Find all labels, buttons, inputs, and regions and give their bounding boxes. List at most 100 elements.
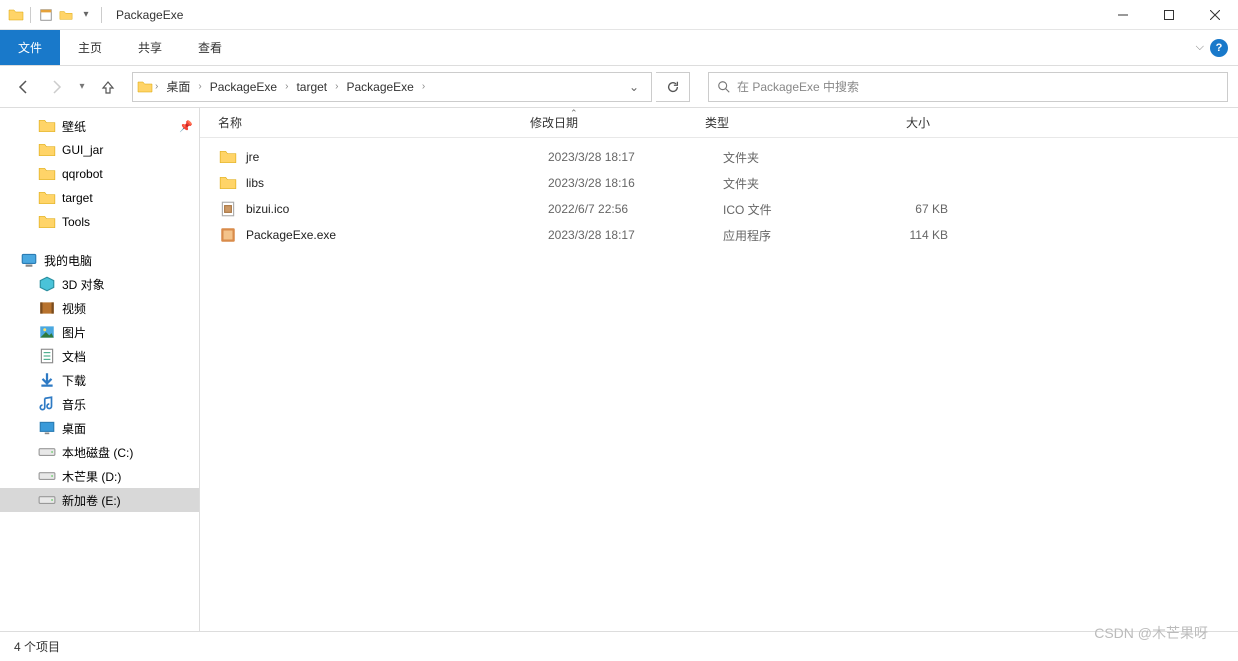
navigation-bar: ▾ › 桌面 › PackageExe › target › PackageEx… — [0, 66, 1238, 108]
3d-icon — [38, 275, 56, 293]
file-row[interactable]: bizui.ico 2022/6/7 22:56 ICO 文件 67 KB — [200, 196, 1238, 222]
file-date: 2022/6/7 22:56 — [548, 202, 723, 216]
back-button[interactable] — [10, 73, 38, 101]
status-bar: 4 个项目 — [0, 631, 1238, 661]
breadcrumb-item[interactable]: PackageExe — [340, 73, 419, 101]
breadcrumb-chevron-icon[interactable]: › — [153, 81, 160, 92]
tab-file[interactable]: 文件 — [0, 30, 60, 65]
sidebar-thispc-item[interactable]: 视频 — [0, 296, 199, 320]
column-date[interactable]: 修改日期 — [530, 114, 705, 131]
help-icon[interactable]: ? — [1210, 39, 1228, 57]
sidebar-thispc-item[interactable]: 木芒果 (D:) — [0, 464, 199, 488]
sort-indicator-icon: ⌃ — [570, 108, 578, 119]
sidebar-item-label: 图片 — [62, 324, 86, 341]
sidebar-item-label: 视频 — [62, 300, 86, 317]
folder-icon — [38, 141, 56, 159]
sidebar-thispc-item[interactable]: 本地磁盘 (C:) — [0, 440, 199, 464]
breadcrumb-item[interactable]: PackageExe — [204, 73, 283, 101]
sidebar-thispc-item[interactable]: 3D 对象 — [0, 272, 199, 296]
title-bar: ▾ PackageExe — [0, 0, 1238, 30]
file-date: 2023/3/28 18:16 — [548, 176, 723, 190]
maximize-button[interactable] — [1146, 0, 1192, 30]
refresh-button[interactable] — [656, 72, 690, 102]
file-name: jre — [246, 150, 548, 164]
sidebar-thispc-item[interactable]: 下载 — [0, 368, 199, 392]
sidebar-item-label: target — [62, 191, 93, 205]
window-title: PackageExe — [116, 8, 183, 22]
folder-icon — [38, 165, 56, 183]
sidebar-quick-item[interactable]: target — [0, 186, 199, 210]
tab-home[interactable]: 主页 — [60, 30, 120, 65]
exe-icon — [218, 225, 238, 245]
file-type: 文件夹 — [723, 149, 878, 166]
qat-dropdown-icon[interactable]: ▾ — [77, 6, 95, 24]
breadcrumb-chevron-icon[interactable]: › — [333, 81, 340, 92]
drive-icon — [38, 491, 56, 509]
close-button[interactable] — [1192, 0, 1238, 30]
sidebar-thispc-item[interactable]: 文档 — [0, 344, 199, 368]
video-icon — [38, 299, 56, 317]
separator — [30, 7, 31, 23]
pin-icon: 📌 — [179, 120, 193, 133]
music-icon — [38, 395, 56, 413]
breadcrumb-item[interactable]: target — [290, 73, 333, 101]
folder-icon — [38, 117, 56, 135]
column-name[interactable]: 名称 — [200, 114, 530, 131]
up-button[interactable] — [94, 73, 122, 101]
sidebar-thispc-item[interactable]: 新加卷 (E:) — [0, 488, 199, 512]
sidebar-item-label: 壁纸 — [62, 118, 86, 135]
address-dropdown-icon[interactable]: ⌄ — [621, 80, 647, 94]
sidebar-quick-item[interactable]: Tools — [0, 210, 199, 234]
tab-share[interactable]: 共享 — [120, 30, 180, 65]
search-input[interactable] — [737, 80, 1219, 94]
download-icon — [38, 371, 56, 389]
ico-icon — [218, 199, 238, 219]
drive-icon — [38, 467, 56, 485]
folder-icon — [218, 173, 238, 193]
search-box[interactable] — [708, 72, 1228, 102]
minimize-button[interactable] — [1100, 0, 1146, 30]
sidebar-item-label: 我的电脑 — [44, 252, 92, 269]
sidebar-thispc-item[interactable]: 桌面 — [0, 416, 199, 440]
sidebar-item-label: 下载 — [62, 372, 86, 389]
column-headers: 名称 修改日期 类型 大小 — [200, 108, 1238, 138]
column-size[interactable]: 大小 — [860, 114, 950, 131]
folder-icon — [38, 189, 56, 207]
sidebar-item-label: 3D 对象 — [62, 276, 105, 293]
sidebar-item-label: Tools — [62, 215, 90, 229]
address-folder-icon — [137, 79, 153, 95]
file-type: 应用程序 — [723, 227, 878, 244]
this-pc-icon — [20, 251, 38, 269]
sidebar-thispc[interactable]: 我的电脑 — [0, 248, 199, 272]
file-type: ICO 文件 — [723, 201, 878, 218]
sidebar-quick-item[interactable]: GUI_jar — [0, 138, 199, 162]
main-area: 壁纸 📌 GUI_jarqqrobot target Tools 我的电脑 3D 对象视频图… — [0, 108, 1238, 631]
desktop-icon — [38, 419, 56, 437]
sidebar-quick-item[interactable]: 壁纸 📌 — [0, 114, 199, 138]
sidebar-quick-item[interactable]: qqrobot — [0, 162, 199, 186]
tab-view[interactable]: 查看 — [180, 30, 240, 65]
file-row[interactable]: PackageExe.exe 2023/3/28 18:17 应用程序 114 … — [200, 222, 1238, 248]
breadcrumb-chevron-icon[interactable]: › — [283, 81, 290, 92]
address-bar[interactable]: › 桌面 › PackageExe › target › PackageExe … — [132, 72, 652, 102]
folder-icon — [38, 213, 56, 231]
forward-button[interactable] — [42, 73, 70, 101]
file-name: PackageExe.exe — [246, 228, 548, 242]
file-row[interactable]: libs 2023/3/28 18:16 文件夹 — [200, 170, 1238, 196]
file-date: 2023/3/28 18:17 — [548, 228, 723, 242]
file-row[interactable]: jre 2023/3/28 18:17 文件夹 — [200, 144, 1238, 170]
sidebar-thispc-item[interactable]: 音乐 — [0, 392, 199, 416]
sidebar-item-label: 新加卷 (E:) — [62, 492, 121, 509]
file-name: bizui.ico — [246, 202, 548, 216]
breadcrumb-chevron-icon[interactable]: › — [420, 81, 427, 92]
sidebar-item-label: 文档 — [62, 348, 86, 365]
file-type: 文件夹 — [723, 175, 878, 192]
breadcrumb-item[interactable]: 桌面 — [160, 73, 196, 101]
column-type[interactable]: 类型 — [705, 114, 860, 131]
qat-new-folder-icon[interactable] — [57, 6, 75, 24]
recent-dropdown-icon[interactable]: ▾ — [74, 73, 90, 101]
sidebar-thispc-item[interactable]: 图片 — [0, 320, 199, 344]
ribbon-expand-icon[interactable]: ⌵ — [1196, 41, 1204, 54]
qat-properties-icon[interactable] — [37, 6, 55, 24]
breadcrumb-chevron-icon[interactable]: › — [196, 81, 203, 92]
